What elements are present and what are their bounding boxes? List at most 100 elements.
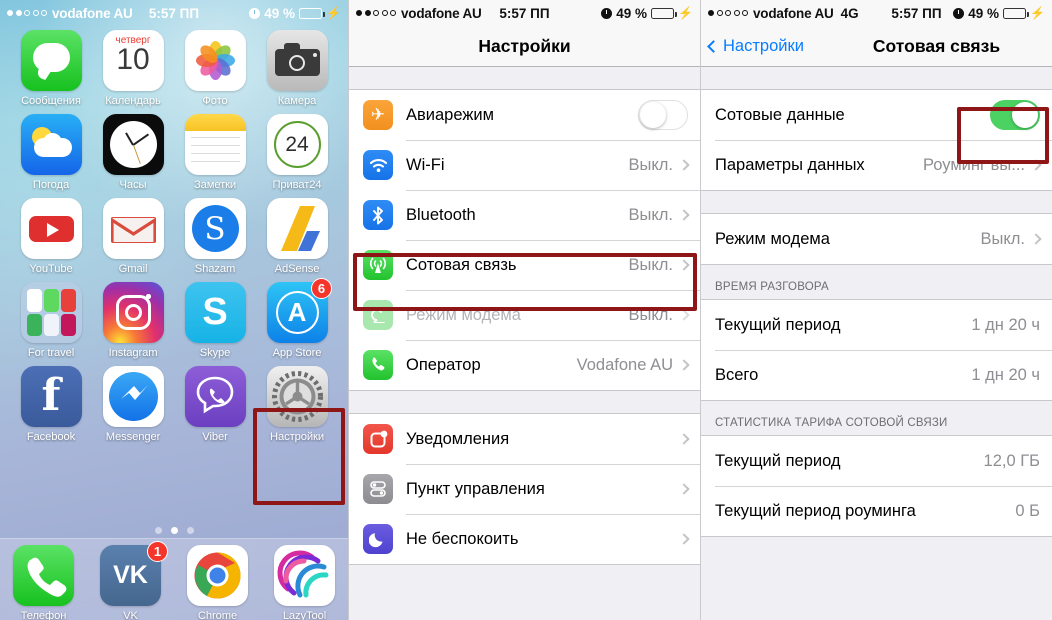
app-icon-app-store[interactable]: 6 A App Store [256, 278, 338, 359]
page-dot[interactable] [186, 527, 194, 534]
battery-icon [1003, 7, 1029, 19]
call-time-row-total[interactable]: Всего 1 дн 20 ч [701, 350, 1052, 400]
alarm-clock-icon [249, 7, 261, 19]
phone-icon [13, 545, 74, 606]
skype-icon: S [184, 282, 246, 343]
settings-row-airplane-mode[interactable]: ✈ Авиарежим [349, 90, 700, 140]
hotspot-glyph [370, 308, 385, 323]
data-stats-row-roaming[interactable]: Текущий период роуминга 0 Б [701, 486, 1052, 536]
row-label: Режим модема [406, 305, 521, 324]
control-center-icon [363, 474, 393, 504]
app-icon-messenger[interactable]: Messenger [92, 366, 174, 443]
row-control: Выкл. [628, 255, 690, 275]
app-icon-notes[interactable]: Заметки [174, 114, 256, 191]
app-icon-instagram[interactable]: Instagram [92, 282, 174, 359]
app-label: LazyTool [282, 610, 327, 620]
carrier-label: vodafone AU [52, 5, 133, 21]
app-icon-facebook[interactable]: f Facebook [10, 366, 92, 443]
settings-row-hotspot[interactable]: Режим модема Выкл. [349, 290, 700, 340]
app-icon-calendar[interactable]: четверг 10 Календарь [92, 30, 174, 107]
row-control [678, 483, 690, 495]
photos-icon [184, 30, 246, 91]
app-label: Facebook [26, 431, 76, 443]
app-icon-shazam[interactable]: S Shazam [174, 198, 256, 275]
signal-strength-icon [356, 10, 396, 16]
settings-row-notifications[interactable]: Уведомления [349, 414, 700, 464]
messenger-icon [102, 366, 164, 427]
chevron-right-icon [678, 433, 690, 445]
app-label: AdSense [274, 263, 320, 275]
row-value: 1 дн 20 ч [971, 365, 1040, 384]
status-right: 49 % ⚡ [601, 6, 693, 21]
app-label: Сообщения [21, 95, 81, 107]
cellular-row-cellular-data[interactable]: Сотовые данные [701, 90, 1052, 140]
row-label: Не беспокоить [406, 529, 519, 548]
cellular-icon [363, 250, 393, 280]
settings-row-wifi[interactable]: Wi-Fi Выкл. [349, 140, 700, 190]
row-label: Уведомления [406, 429, 510, 448]
chevron-right-icon [678, 259, 690, 271]
cellular-list[interactable]: Сотовые данные Параметры данных Роуминг … [701, 67, 1052, 620]
app-icon-adsense[interactable]: AdSense [256, 198, 338, 275]
app-icon-clock[interactable]: Часы [92, 114, 174, 191]
row-label: Текущий период [715, 451, 841, 470]
app-icon-messages[interactable]: Сообщения [10, 30, 92, 107]
data-stats-row-current[interactable]: Текущий период 12,0 ГБ [701, 436, 1052, 486]
back-button-label: Настройки [723, 36, 804, 55]
airplane-mode-toggle[interactable] [638, 100, 688, 130]
adsense-icon [266, 198, 328, 259]
settings-row-control-center[interactable]: Пункт управления [349, 464, 700, 514]
page-dot-active[interactable] [170, 527, 178, 534]
app-icon-youtube[interactable]: YouTube [10, 198, 92, 275]
iphone-home-screen: vodafone AU 5:57 ПП 49 % ⚡ Сообщения чет… [0, 0, 348, 620]
app-icon-settings[interactable]: Настройки [256, 366, 338, 443]
settings-row-operator[interactable]: Оператор Vodafone AU [349, 340, 700, 390]
cellular-data-toggle[interactable] [990, 100, 1040, 130]
app-icon-viber[interactable]: Viber [174, 366, 256, 443]
battery-icon [299, 7, 325, 19]
cellular-row-hotspot[interactable]: Режим модема Выкл. [701, 214, 1052, 264]
page-dot[interactable] [154, 527, 162, 534]
dock-icon-lazytool[interactable]: LazyTool [261, 545, 348, 620]
row-value: Выкл. [628, 255, 673, 274]
charging-bolt-icon: ⚡ [326, 6, 341, 20]
app-folder-for-travel[interactable]: For travel [10, 282, 92, 359]
battery-percent-label: 49 % [968, 5, 1000, 21]
settings-row-cellular[interactable]: Сотовая связь Выкл. [349, 240, 700, 290]
app-icon-privat24[interactable]: 24 Приват24 [256, 114, 338, 191]
app-icon-photos[interactable]: Фото [174, 30, 256, 107]
dock-icon-phone[interactable]: Телефон [0, 545, 87, 620]
app-icon-camera[interactable]: Камера [256, 30, 338, 107]
lazytool-icon [274, 545, 335, 606]
dock-icon-chrome[interactable]: Chrome [174, 545, 261, 620]
app-icon-weather[interactable]: Погода [10, 114, 92, 191]
app-label: Фото [202, 95, 228, 107]
row-value: Выкл. [628, 205, 673, 224]
settings-list[interactable]: ✈ Авиарежим Wi-Fi Выкл. Bluetooth Выкл. … [349, 67, 700, 620]
notification-glyph [370, 430, 387, 447]
notes-icon [184, 114, 246, 175]
row-control: Роуминг вы... [923, 156, 1042, 175]
back-button[interactable]: Настройки [707, 36, 804, 56]
settings-row-bluetooth[interactable]: Bluetooth Выкл. [349, 190, 700, 240]
dock-icon-vk[interactable]: 1 VK VK [87, 541, 174, 620]
settings-row-do-not-disturb[interactable]: Не беспокоить [349, 514, 700, 564]
settings-group-connectivity: ✈ Авиарежим Wi-Fi Выкл. Bluetooth Выкл. … [349, 89, 700, 391]
settings-gear-icon [266, 366, 328, 427]
row-label: Сотовая связь [406, 255, 517, 274]
gmail-icon [102, 198, 164, 259]
folder-icon [20, 282, 82, 343]
app-icon-gmail[interactable]: Gmail [92, 198, 174, 275]
row-control: Выкл. [628, 155, 690, 175]
cellular-row-data-options[interactable]: Параметры данных Роуминг вы... [701, 140, 1052, 190]
app-icon-skype[interactable]: S Skype [174, 282, 256, 359]
privat24-number: 24 [285, 132, 309, 156]
section-header-data-stats: СТАТИСТИКА ТАРИФА СОТОВОЙ СВЯЗИ [715, 417, 948, 429]
call-time-row-current[interactable]: Текущий период 1 дн 20 ч [701, 300, 1052, 350]
app-label: VK [123, 610, 138, 620]
row-value: Выкл. [628, 155, 673, 174]
operator-icon [363, 350, 393, 380]
